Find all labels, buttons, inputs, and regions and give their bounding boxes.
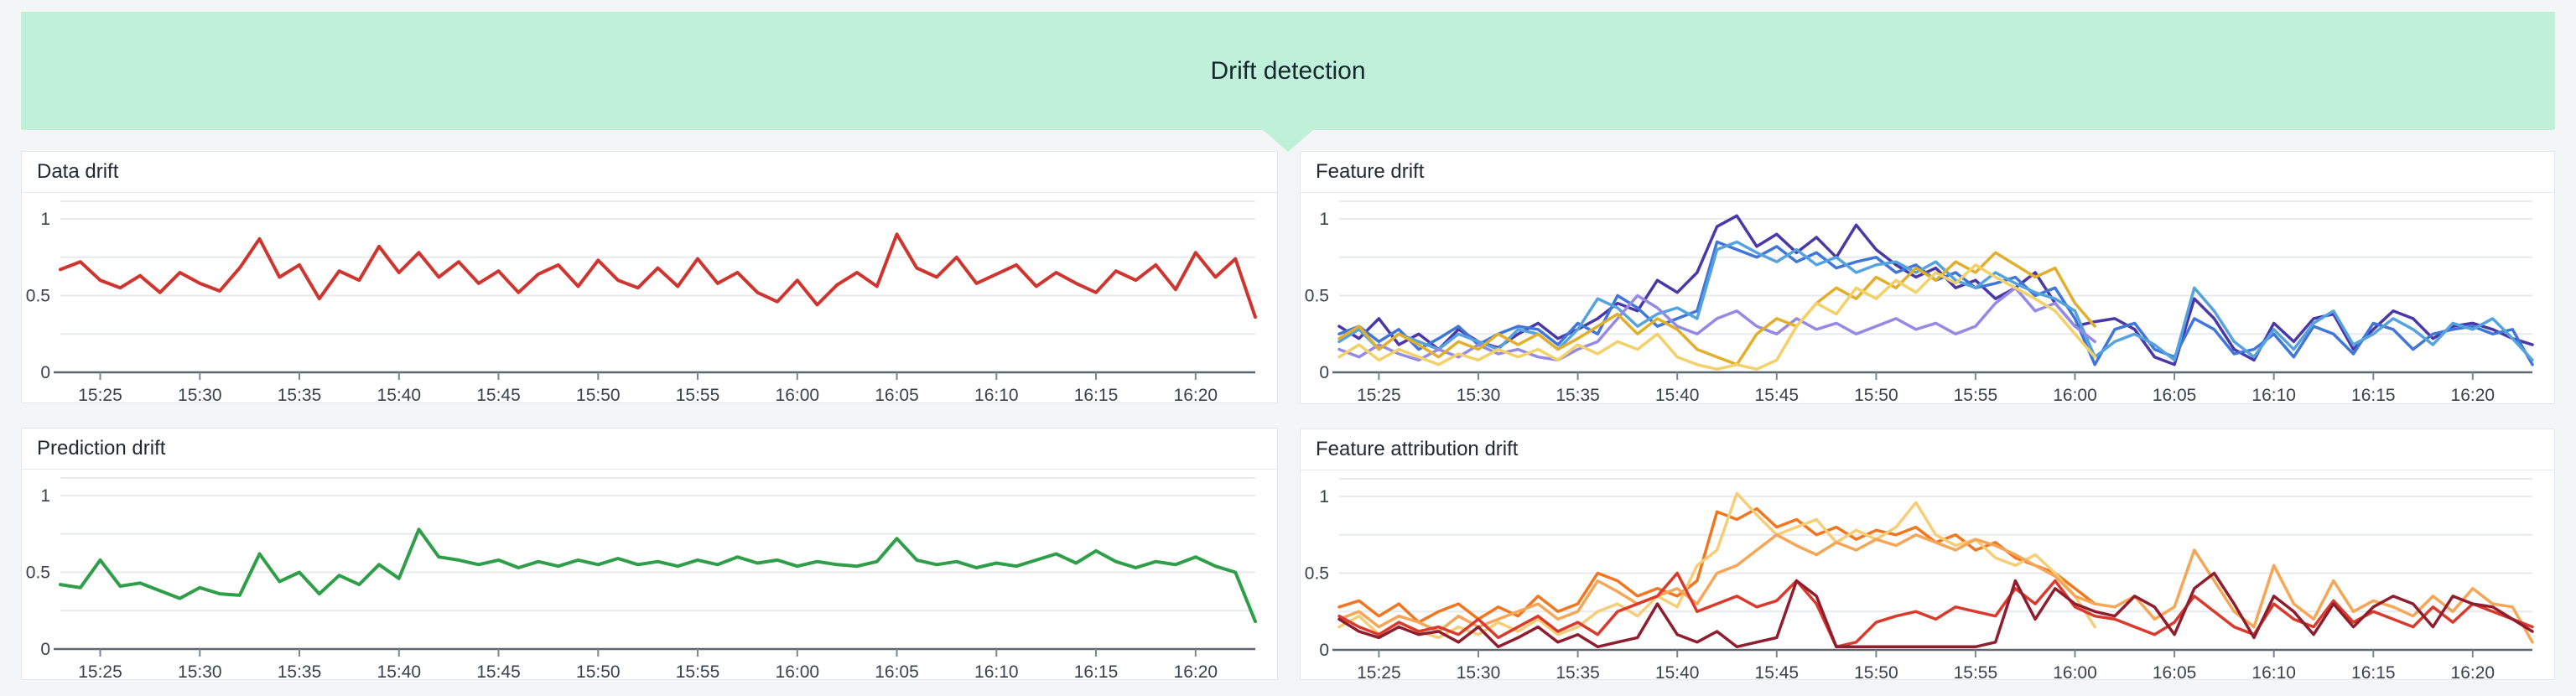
svg-text:16:00: 16:00 <box>776 662 820 680</box>
svg-text:16:15: 16:15 <box>2351 663 2396 680</box>
panel-title: Feature attribution drift <box>1316 438 1519 460</box>
svg-text:15:40: 15:40 <box>377 662 422 680</box>
svg-text:16:15: 16:15 <box>2351 386 2396 404</box>
svg-text:0: 0 <box>40 363 50 382</box>
drift-detection-banner: Drift detection <box>21 12 2555 130</box>
svg-text:15:40: 15:40 <box>377 386 422 403</box>
svg-text:16:10: 16:10 <box>2251 386 2296 404</box>
panel-prediction-drift-header[interactable]: Prediction drift <box>22 429 1277 470</box>
svg-text:16:15: 16:15 <box>1074 662 1119 680</box>
svg-text:15:50: 15:50 <box>1854 386 1898 404</box>
panel-feature-attribution-drift-header[interactable]: Feature attribution drift <box>1301 429 2554 470</box>
svg-text:0.5: 0.5 <box>1305 287 1329 306</box>
banner-title: Drift detection <box>1210 56 1366 85</box>
svg-text:15:50: 15:50 <box>576 386 621 403</box>
svg-text:15:35: 15:35 <box>1555 386 1600 404</box>
svg-text:15:25: 15:25 <box>1357 386 1401 404</box>
panel-data-drift-header[interactable]: Data drift <box>22 152 1277 193</box>
svg-text:16:10: 16:10 <box>974 386 1019 403</box>
svg-text:0: 0 <box>1319 363 1329 382</box>
svg-text:1: 1 <box>40 210 50 229</box>
svg-text:16:05: 16:05 <box>2153 663 2197 680</box>
svg-text:1: 1 <box>1319 210 1329 229</box>
panel-data-drift: Data drift 15:25 15:30 15:35 15:40 15:45 15:5… <box>21 151 1278 403</box>
svg-text:0: 0 <box>40 640 50 659</box>
svg-text:15:45: 15:45 <box>476 386 521 403</box>
svg-text:1: 1 <box>1319 487 1329 506</box>
panel-feature-attribution-drift-body: 15:25 15:30 15:35 15:40 15:45 15:50 15:55 16:00… <box>1301 470 2554 680</box>
svg-text:16:00: 16:00 <box>2053 386 2097 404</box>
svg-text:15:25: 15:25 <box>1357 663 1401 680</box>
svg-text:0.5: 0.5 <box>1305 564 1329 584</box>
svg-text:16:20: 16:20 <box>1174 662 1218 680</box>
banner-notch-icon <box>1263 130 1313 152</box>
feature-drift-chart-canvas[interactable]: 15:25 15:30 15:35 15:40 15:45 15:50 15:55 16:00… <box>1301 193 2554 404</box>
svg-text:16:00: 16:00 <box>2053 663 2097 680</box>
svg-text:15:40: 15:40 <box>1655 663 1700 680</box>
svg-text:16:00: 16:00 <box>776 386 820 403</box>
panel-title: Data drift <box>37 160 119 183</box>
prediction-drift-chart-canvas[interactable]: 15:25 15:30 15:35 15:40 15:45 15:50 15:55 16:00… <box>22 470 1277 680</box>
svg-text:15:30: 15:30 <box>178 662 222 680</box>
svg-text:0.5: 0.5 <box>26 287 50 306</box>
panel-feature-drift-header[interactable]: Feature drift <box>1301 152 2554 193</box>
svg-text:15:50: 15:50 <box>576 662 621 680</box>
panel-title: Feature drift <box>1316 160 1425 183</box>
panel-prediction-drift: Prediction drift 15:25 15:30 15:35 15:40 15:… <box>21 428 1278 680</box>
svg-text:16:05: 16:05 <box>875 386 919 403</box>
svg-text:15:30: 15:30 <box>178 386 222 403</box>
panel-title: Prediction drift <box>37 437 166 460</box>
svg-text:16:10: 16:10 <box>974 662 1019 680</box>
svg-text:15:40: 15:40 <box>1655 386 1700 404</box>
svg-text:15:55: 15:55 <box>1954 386 1998 404</box>
panel-feature-attribution-drift: Feature attribution drift 15:25 15:30 15:3… <box>1300 429 2555 680</box>
svg-text:15:30: 15:30 <box>1457 663 1501 680</box>
svg-text:0: 0 <box>1319 641 1329 660</box>
data-drift-chart-canvas[interactable]: 15:25 15:30 15:35 15:40 15:45 15:50 15:55 16:00… <box>22 193 1277 403</box>
svg-text:1: 1 <box>40 486 50 506</box>
svg-text:15:55: 15:55 <box>676 386 720 403</box>
svg-text:15:35: 15:35 <box>1555 663 1600 680</box>
svg-text:15:50: 15:50 <box>1854 663 1898 680</box>
svg-text:16:20: 16:20 <box>2451 386 2496 404</box>
panel-feature-drift-body: 15:25 15:30 15:35 15:40 15:45 15:50 15:55 16:00… <box>1301 193 2554 404</box>
svg-text:16:05: 16:05 <box>2153 386 2197 404</box>
svg-text:15:25: 15:25 <box>78 662 122 680</box>
svg-text:15:35: 15:35 <box>278 386 322 403</box>
svg-text:15:45: 15:45 <box>1755 663 1800 680</box>
svg-text:15:35: 15:35 <box>278 662 322 680</box>
svg-text:16:10: 16:10 <box>2251 663 2296 680</box>
svg-text:16:05: 16:05 <box>875 662 919 680</box>
svg-text:0.5: 0.5 <box>26 564 50 583</box>
feature-attribution-drift-chart-canvas[interactable]: 15:25 15:30 15:35 15:40 15:45 15:50 15:55 16:00… <box>1301 470 2554 680</box>
panel-data-drift-body: 15:25 15:30 15:35 15:40 15:45 15:50 15:55 16:00… <box>22 193 1277 403</box>
panel-prediction-drift-body: 15:25 15:30 15:35 15:40 15:45 15:50 15:55 16:00… <box>22 470 1277 680</box>
panel-feature-drift: Feature drift 15:25 15:30 15:35 15:40 15:45 1… <box>1300 151 2555 404</box>
svg-text:15:55: 15:55 <box>676 662 720 680</box>
svg-text:15:30: 15:30 <box>1457 386 1501 404</box>
svg-text:15:55: 15:55 <box>1954 663 1998 680</box>
svg-text:15:45: 15:45 <box>1755 386 1800 404</box>
svg-text:15:45: 15:45 <box>476 662 521 680</box>
svg-text:16:15: 16:15 <box>1074 386 1119 403</box>
svg-text:16:20: 16:20 <box>2451 663 2496 680</box>
svg-text:16:20: 16:20 <box>1174 386 1218 403</box>
svg-text:15:25: 15:25 <box>78 386 122 403</box>
